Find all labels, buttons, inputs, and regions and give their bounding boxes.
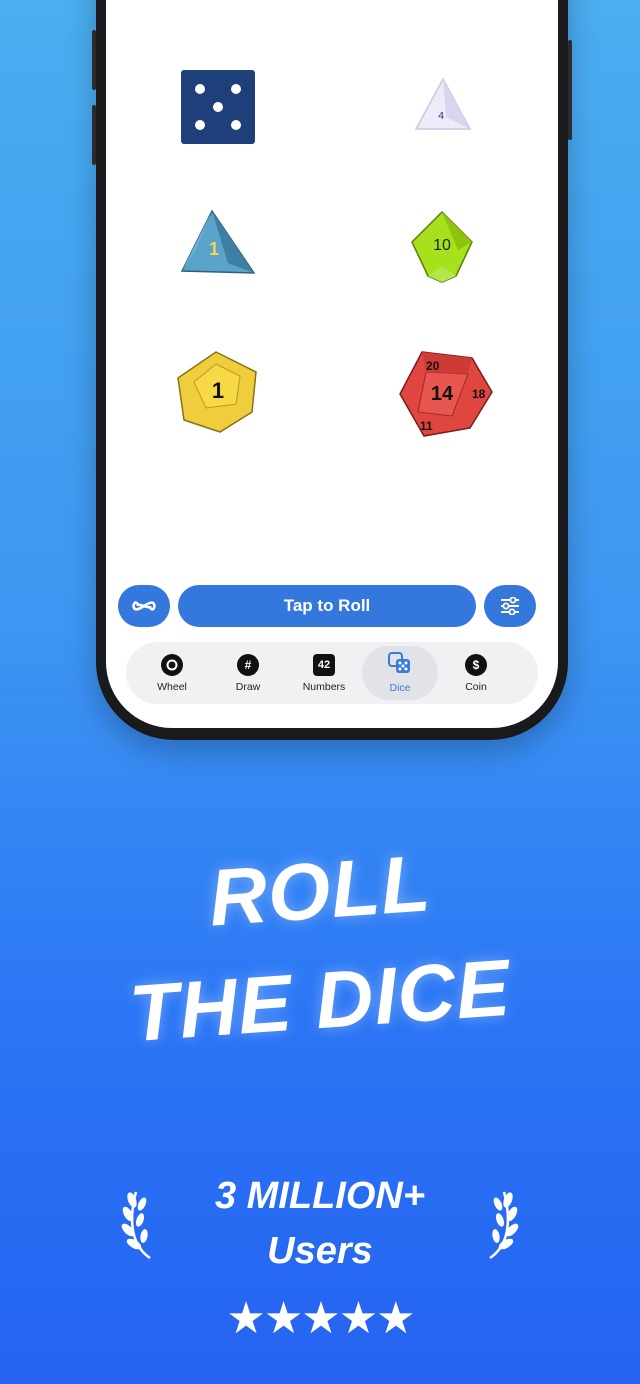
users-label: Users bbox=[267, 1230, 373, 1272]
phone-mockup: 4 1 10 1 14 20 18 11 Tap to Roll Wheel #… bbox=[92, 0, 572, 740]
d6-die[interactable] bbox=[180, 69, 256, 145]
users-count: 3 MILLION+ bbox=[214, 1175, 426, 1217]
d20-top-value: 20 bbox=[426, 359, 440, 373]
infinity-icon bbox=[132, 601, 156, 611]
hash-icon: # bbox=[237, 653, 259, 676]
d20-value: 14 bbox=[431, 383, 454, 405]
tab-dice-label: Dice bbox=[389, 682, 411, 694]
wheel-icon bbox=[161, 653, 183, 676]
d10-die[interactable]: 10 bbox=[408, 210, 476, 284]
svg-text:4: 4 bbox=[438, 111, 444, 122]
d12-die[interactable]: 1 bbox=[176, 350, 260, 434]
d20-die[interactable]: 14 20 18 11 bbox=[398, 350, 494, 438]
d4-teal-die[interactable]: 1 bbox=[180, 209, 256, 277]
settings-button[interactable] bbox=[484, 585, 536, 627]
dice-icon bbox=[388, 652, 412, 677]
tab-coin-label: Coin bbox=[465, 680, 487, 693]
d20-bottom-value: 11 bbox=[420, 419, 433, 433]
action-bar: Tap to Roll bbox=[118, 585, 546, 627]
numbers-icon: 42 bbox=[313, 653, 335, 676]
tab-coin[interactable]: $ Coin bbox=[438, 646, 514, 700]
app-screen: 4 1 10 1 14 20 18 11 Tap to Roll Wheel #… bbox=[106, 0, 558, 728]
tab-draw-label: Draw bbox=[235, 680, 261, 693]
infinite-roll-button[interactable] bbox=[118, 585, 170, 627]
tab-wheel[interactable]: Wheel bbox=[134, 646, 210, 700]
headline-line2: THE DICE bbox=[126, 942, 514, 1059]
d4-teal-value: 1 bbox=[209, 239, 219, 259]
tab-bar: Wheel # Draw 42 Numbers Dice $ Coin bbox=[126, 642, 538, 704]
d12-value: 1 bbox=[212, 378, 224, 403]
volume-button bbox=[92, 30, 96, 90]
rating-stars: ★★★★★ bbox=[226, 1294, 415, 1343]
tab-wheel-label: Wheel bbox=[157, 680, 187, 693]
d4-light-die[interactable]: 4 bbox=[414, 77, 472, 133]
sliders-icon bbox=[501, 597, 519, 615]
coin-icon: $ bbox=[465, 653, 487, 676]
power-button bbox=[568, 40, 572, 140]
tab-dice[interactable]: Dice bbox=[362, 646, 438, 700]
volume-button bbox=[92, 105, 96, 165]
tab-draw[interactable]: # Draw bbox=[210, 646, 286, 700]
tab-numbers[interactable]: 42 Numbers bbox=[286, 646, 362, 700]
d20-right-value: 18 bbox=[472, 387, 486, 401]
d10-value: 10 bbox=[433, 237, 451, 254]
tap-to-roll-button[interactable]: Tap to Roll bbox=[178, 585, 476, 627]
tab-numbers-label: Numbers bbox=[302, 680, 346, 693]
